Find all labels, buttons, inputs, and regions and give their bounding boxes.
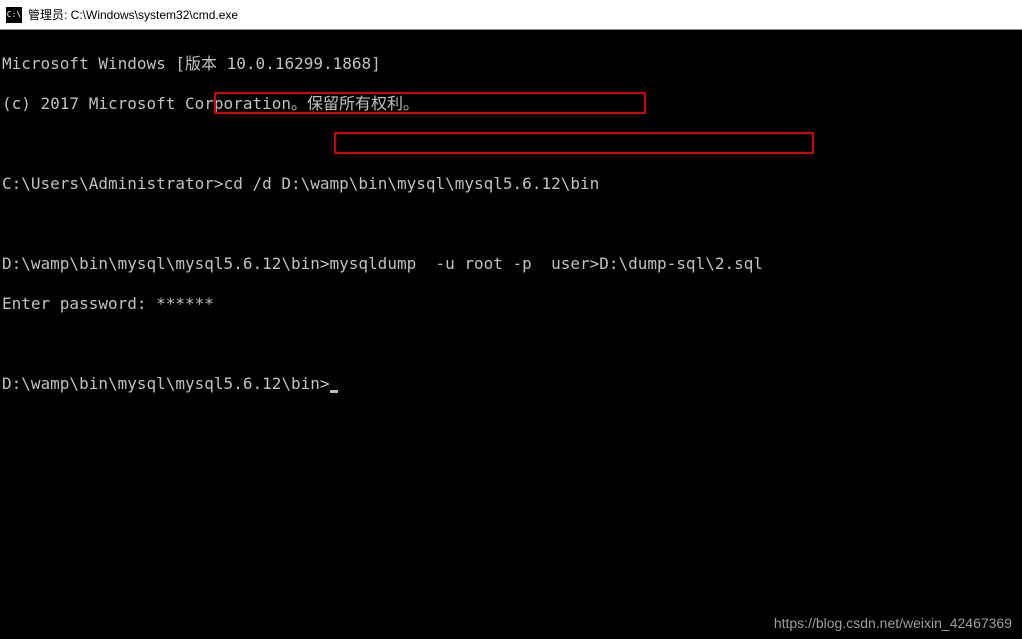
blank-line: [2, 134, 1020, 154]
command-line-2: D:\wamp\bin\mysql\mysql5.6.12\bin>mysqld…: [2, 254, 1020, 274]
prompt-1: C:\Users\Administrator>: [2, 174, 224, 193]
command-2: mysqldump -u root -p user>D:\dump-sql\2.…: [330, 254, 763, 273]
cmd-icon: C:\: [6, 7, 22, 23]
password-line: Enter password: ******: [2, 294, 1020, 314]
prompt-2: D:\wamp\bin\mysql\mysql5.6.12\bin>: [2, 254, 330, 273]
command-line-1: C:\Users\Administrator>cd /d D:\wamp\bin…: [2, 174, 1020, 194]
window-titlebar[interactable]: C:\ 管理员: C:\Windows\system32\cmd.exe: [0, 0, 1022, 30]
current-prompt-line[interactable]: D:\wamp\bin\mysql\mysql5.6.12\bin>: [2, 374, 1020, 394]
blank-line: [2, 334, 1020, 354]
window-title: 管理员: C:\Windows\system32\cmd.exe: [28, 6, 238, 23]
version-line: Microsoft Windows [版本 10.0.16299.1868]: [2, 54, 1020, 74]
prompt-3: D:\wamp\bin\mysql\mysql5.6.12\bin>: [2, 374, 330, 393]
command-1: cd /d D:\wamp\bin\mysql\mysql5.6.12\bin: [224, 174, 600, 193]
password-mask: ******: [156, 294, 214, 313]
cursor: [330, 390, 338, 393]
password-label: Enter password:: [2, 294, 156, 313]
blank-line: [2, 214, 1020, 234]
watermark: https://blog.csdn.net/weixin_42467369: [774, 615, 1012, 631]
terminal-area[interactable]: Microsoft Windows [版本 10.0.16299.1868] (…: [0, 30, 1022, 639]
copyright-line: (c) 2017 Microsoft Corporation。保留所有权利。: [2, 94, 1020, 114]
